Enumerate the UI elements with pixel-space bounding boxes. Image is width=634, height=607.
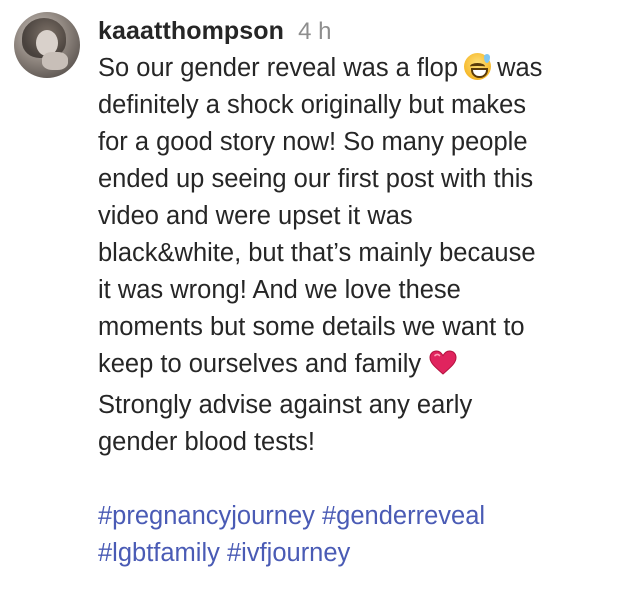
comment-line-text: keep to ourselves and family xyxy=(98,350,422,378)
username[interactable]: kaaatthompson xyxy=(98,12,284,50)
comment-line: black&white, but that’s mainly because xyxy=(98,239,536,267)
hashtags: #pregnancyjourney #genderreveal #lgbtfam… xyxy=(98,498,624,572)
comment-line: Strongly advise against any early xyxy=(98,391,473,419)
comment-header: kaaatthompson 4 h xyxy=(98,12,624,50)
avatar-hand xyxy=(42,52,68,70)
comment-body: kaaatthompson 4 h So our gender reveal w… xyxy=(98,12,624,572)
comment-line-text: So our gender reveal was a flop xyxy=(98,54,459,82)
comment-line: moments but some details we want to xyxy=(98,313,525,341)
grinning-sweat-icon xyxy=(464,53,492,80)
hashtag-link[interactable]: #lgbtfamily xyxy=(98,539,220,567)
avatar[interactable] xyxy=(14,12,80,78)
hashtag-link[interactable]: #genderreveal xyxy=(322,502,485,530)
comment-line: gender blood tests! xyxy=(98,428,315,456)
comment-line: ended up seeing our first post with this xyxy=(98,165,534,193)
hashtag-link[interactable]: #ivfjourney xyxy=(227,539,350,567)
comment-line: So our gender reveal was a flop was xyxy=(98,50,608,87)
comment-line: keep to ourselves and family xyxy=(98,346,608,387)
comment-text: So our gender reveal was a flop was defin… xyxy=(98,50,608,461)
comment-line: definitely a shock originally but makes xyxy=(98,91,527,119)
comment-line-text: was xyxy=(497,54,543,82)
hashtag-line: #lgbtfamily #ivfjourney xyxy=(98,535,624,572)
comment-line: for a good story now! So many people xyxy=(98,128,528,156)
red-heart-icon xyxy=(429,350,457,387)
comment-line: it was wrong! And we love these xyxy=(98,276,461,304)
hashtag-link[interactable]: #pregnancyjourney xyxy=(98,502,315,530)
timestamp: 4 h xyxy=(298,18,332,45)
comment-line: video and were upset it was xyxy=(98,202,413,230)
comment: kaaatthompson 4 h So our gender reveal w… xyxy=(14,12,624,572)
hashtag-line: #pregnancyjourney #genderreveal xyxy=(98,498,624,535)
